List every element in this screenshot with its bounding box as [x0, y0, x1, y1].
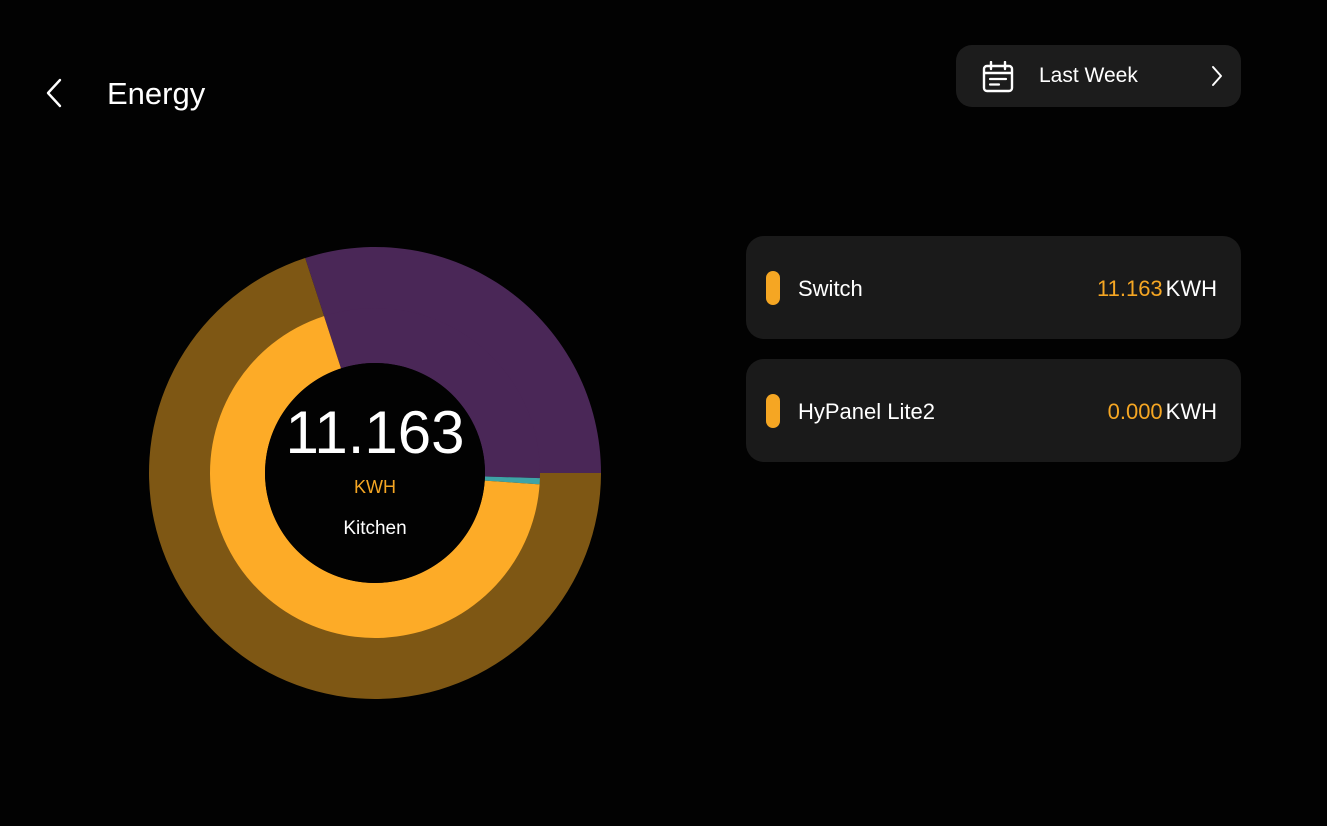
device-energy: 11.163 KWH	[1097, 276, 1217, 302]
chevron-right-icon	[1212, 66, 1222, 86]
energy-screen: Energy Last Week 11.163 KWH Kitchen Swit…	[0, 0, 1327, 826]
device-name: HyPanel Lite2	[798, 399, 935, 424]
donut-svg	[148, 247, 601, 699]
device-card-hypanel-lite2[interactable]: HyPanel Lite2 0.000 KWH	[746, 359, 1241, 462]
back-button[interactable]	[30, 68, 80, 118]
device-energy-unit: KWH	[1165, 399, 1217, 424]
room-name: Kitchen	[343, 518, 407, 539]
calendar-icon	[982, 61, 1014, 93]
header: Energy Last Week	[0, 0, 1327, 160]
device-energy-unit: KWH	[1165, 276, 1217, 301]
device-card-switch[interactable]: Switch 11.163 KWH	[746, 236, 1241, 339]
total-energy-value: 11.163	[285, 399, 465, 466]
device-color-indicator	[766, 394, 780, 428]
total-energy-unit: KWH	[354, 477, 396, 497]
donut-center	[265, 363, 485, 583]
date-range-selector[interactable]: Last Week	[956, 45, 1241, 107]
date-range-label: Last Week	[1039, 64, 1138, 87]
device-energy: 0.000 KWH	[1108, 399, 1217, 425]
device-name: Switch	[798, 276, 863, 301]
device-energy-value: 0.000	[1107, 399, 1163, 424]
device-energy-value: 11.163	[1097, 276, 1163, 301]
energy-donut-chart: 11.163 KWH Kitchen	[140, 238, 610, 708]
device-color-indicator	[766, 271, 780, 305]
page-title: Energy	[107, 76, 206, 111]
chevron-left-icon	[46, 78, 62, 108]
